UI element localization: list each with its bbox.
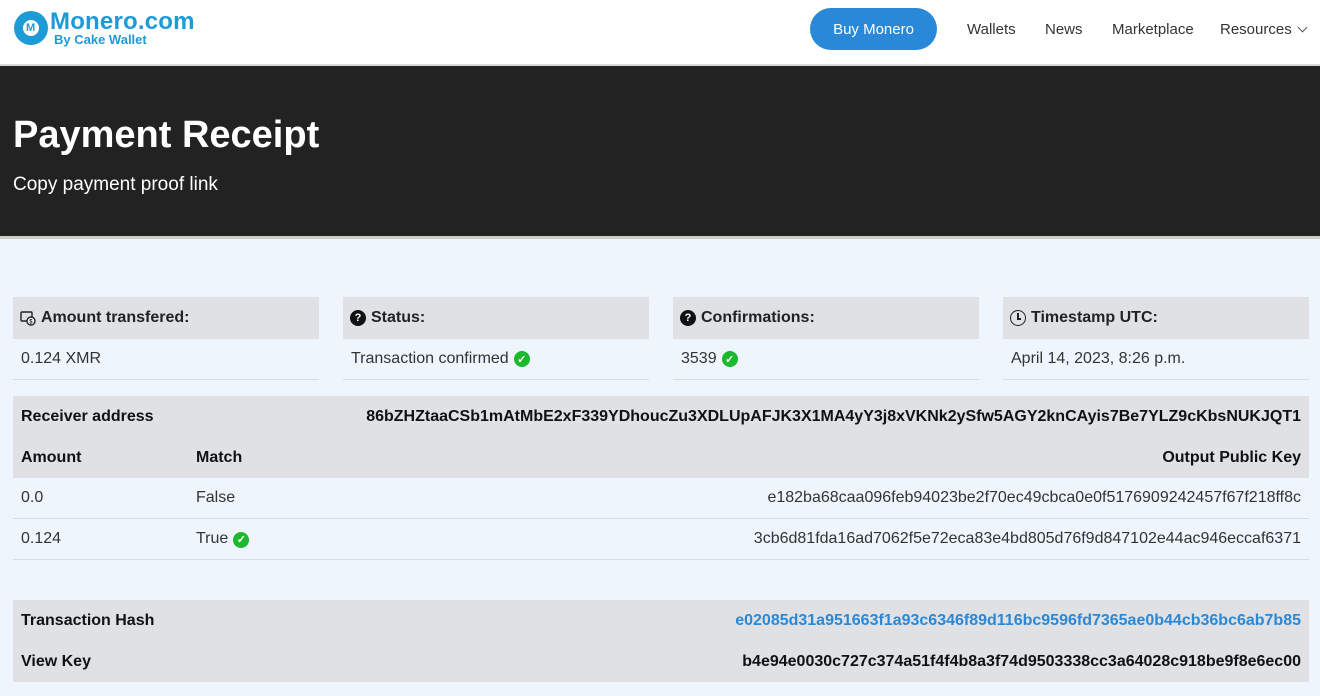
card-timestamp-label: Timestamp UTC: bbox=[1031, 309, 1158, 326]
check-circle-icon: ✓ bbox=[513, 351, 530, 367]
receiver-address-value: 86bZHZtaaCSb1mAtMbE2xF339YDhoucZu3XDLUpA… bbox=[366, 407, 1301, 425]
nav-marketplace[interactable]: Marketplace bbox=[1112, 21, 1194, 38]
table-row: 0.124 True ✓ 3cb6d81fda16ad7062f5e72eca83… bbox=[13, 519, 1309, 560]
row-match: True bbox=[196, 530, 229, 547]
column-amount: Amount bbox=[21, 448, 82, 466]
row-amount: 0.124 bbox=[21, 530, 62, 547]
card-amount-value: 0.124 XMR bbox=[21, 350, 102, 367]
card-status-value: Transaction confirmed bbox=[351, 350, 509, 367]
top-navbar: M Monero.com By Cake Wallet Buy Monero W… bbox=[0, 0, 1320, 66]
view-key-row: View Key b4e94e0030c727c374a51f4f4b8a3f7… bbox=[13, 641, 1309, 682]
transaction-hash-link[interactable]: e02085d31a951663f1a93c6346f89d116bc9596f… bbox=[735, 612, 1301, 630]
nav-news[interactable]: News bbox=[1045, 21, 1083, 38]
card-confirmations: ? Confirmations: 3539 ✓ bbox=[673, 297, 979, 380]
row-output-key: 3cb6d81fda16ad7062f5e72eca83e4bd805d76f9… bbox=[753, 530, 1301, 547]
view-key-value: b4e94e0030c727c374a51f4f4b8a3f74d9503338… bbox=[742, 652, 1301, 670]
copy-proof-link[interactable]: Copy payment proof link bbox=[13, 174, 218, 196]
check-circle-icon: ✓ bbox=[721, 351, 738, 367]
column-output-public-key: Output Public Key bbox=[1162, 448, 1301, 466]
receiver-address-row: Receiver address 86bZHZtaaCSb1mAtMbE2xF3… bbox=[13, 396, 1309, 437]
row-output-key: e182ba68caa096feb94023be2f70ec49cbca0e0f… bbox=[767, 489, 1301, 506]
page-title: Payment Receipt bbox=[13, 114, 320, 156]
card-confirmations-value: 3539 bbox=[681, 350, 717, 367]
card-status: ? Status: Transaction confirmed ✓ bbox=[343, 297, 649, 380]
nav-wallets[interactable]: Wallets bbox=[967, 21, 1016, 38]
view-key-label: View Key bbox=[21, 652, 91, 670]
question-icon: ? bbox=[680, 310, 696, 326]
clock-icon bbox=[1010, 310, 1026, 326]
card-status-label: Status: bbox=[371, 309, 426, 326]
card-timestamp-value: April 14, 2023, 8:26 p.m. bbox=[1011, 350, 1186, 367]
card-timestamp: Timestamp UTC: April 14, 2023, 8:26 p.m. bbox=[1003, 297, 1309, 380]
money-icon: $ bbox=[20, 310, 36, 326]
transaction-hash-label: Transaction Hash bbox=[21, 611, 155, 629]
check-circle-icon: ✓ bbox=[233, 531, 250, 548]
row-amount: 0.0 bbox=[21, 489, 44, 506]
card-confirmations-label: Confirmations: bbox=[701, 309, 815, 326]
receiver-address-label: Receiver address bbox=[21, 407, 154, 425]
card-amount-label: Amount transfered: bbox=[41, 309, 190, 326]
hero-banner: Payment Receipt Copy payment proof link bbox=[0, 66, 1320, 239]
nav-resources[interactable]: Resources bbox=[1220, 21, 1308, 38]
chevron-down-icon bbox=[1297, 22, 1308, 33]
logo-title: Monero.com bbox=[50, 8, 195, 35]
nav-resources-label: Resources bbox=[1220, 21, 1292, 38]
monero-logo-icon: M bbox=[14, 11, 48, 45]
outputs-table-header: Amount Match Output Public Key bbox=[13, 437, 1309, 478]
transaction-hash-row: Transaction Hash e02085d31a951663f1a93c6… bbox=[13, 600, 1309, 641]
row-match: False bbox=[196, 489, 236, 506]
row-match-cell: True ✓ bbox=[196, 530, 250, 548]
site-logo[interactable]: M Monero.com By Cake Wallet bbox=[14, 10, 195, 46]
column-match: Match bbox=[196, 448, 243, 466]
question-icon: ? bbox=[350, 310, 366, 326]
table-row: 0.0 False e182ba68caa096feb94023be2f70ec… bbox=[13, 478, 1309, 519]
buy-monero-button[interactable]: Buy Monero bbox=[810, 8, 937, 50]
card-amount: $ Amount transfered: 0.124 XMR bbox=[13, 297, 319, 380]
